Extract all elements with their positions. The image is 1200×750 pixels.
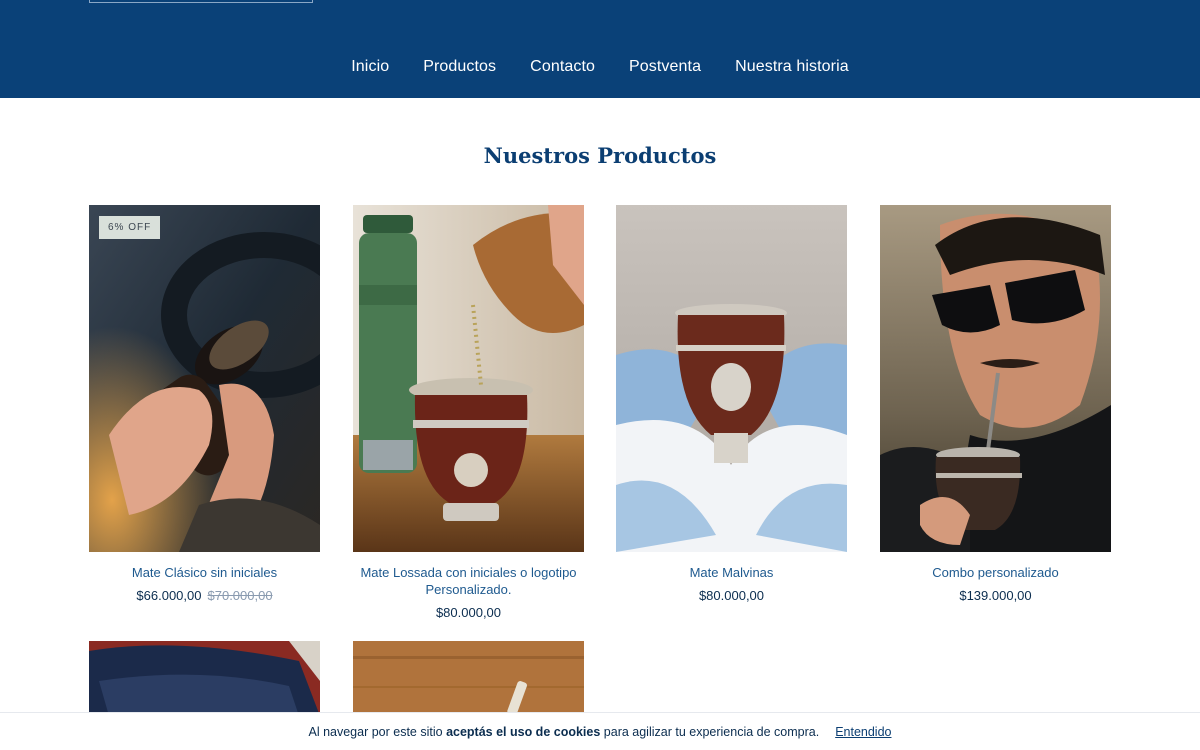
product-name[interactable]: Combo personalizado [880, 564, 1111, 581]
product-price-row: $66.000,00 $70.000,00 [89, 588, 320, 603]
product-price-row: $80.000,00 [616, 588, 847, 603]
product-card[interactable]: 6% OFF Mate Clásico sin iniciales $66.00… [89, 205, 320, 603]
product-price-row: $139.000,00 [880, 588, 1111, 603]
product-image[interactable] [880, 205, 1111, 552]
product-image[interactable] [353, 641, 584, 716]
product-image[interactable] [353, 205, 584, 552]
product-card[interactable]: Mate Lossada con iniciales o logotipo Pe… [353, 205, 584, 620]
accept-cookies-button[interactable]: Entendido [835, 725, 891, 739]
product-price-row: $80.000,00 [353, 605, 584, 620]
nav-item-inicio[interactable]: Inicio [351, 58, 389, 76]
product-image[interactable]: 6% OFF [89, 205, 320, 552]
product-price: $66.000,00 [136, 588, 202, 603]
mate-in-car-photo [89, 205, 320, 552]
cookie-banner: Al navegar por este sitio aceptás el uso… [0, 712, 1200, 750]
product-image[interactable] [89, 641, 320, 716]
product-card[interactable]: Combo personalizado $139.000,00 [880, 205, 1111, 603]
wooden-table-photo [353, 641, 584, 716]
product-price: $80.000,00 [435, 605, 502, 620]
nav-item-postventa[interactable]: Postventa [629, 58, 701, 76]
product-old-price: $70.000,00 [207, 588, 273, 603]
product-name[interactable]: Mate Lossada con iniciales o logotipo Pe… [353, 564, 584, 598]
cookie-text-prefix: Al navegar por este sitio [308, 724, 447, 739]
main-nav: Inicio Productos Contacto Postventa Nues… [0, 0, 1200, 98]
product-price: $80.000,00 [698, 588, 765, 603]
nav-item-contacto[interactable]: Contacto [530, 58, 595, 76]
cookie-text-suffix: para agilizar tu experiencia de compra. [600, 724, 820, 739]
section-title: Nuestros Productos [483, 143, 717, 168]
gift-box-photo [89, 641, 320, 716]
mate-malvinas-photo [616, 205, 847, 552]
nav-item-productos[interactable]: Productos [423, 58, 496, 76]
mate-with-thermos-photo [353, 205, 584, 552]
product-name[interactable]: Mate Clásico sin iniciales [89, 564, 320, 581]
discount-badge: 6% OFF [99, 216, 161, 239]
product-card[interactable]: Mate Malvinas $80.000,00 [616, 205, 847, 603]
product-price: $139.000,00 [959, 588, 1032, 603]
man-drinking-mate-photo [880, 205, 1111, 552]
header: Inicio Productos Contacto Postventa Nues… [0, 0, 1200, 98]
nav-item-nuestra-historia[interactable]: Nuestra historia [735, 58, 849, 76]
product-image[interactable] [616, 205, 847, 552]
product-name[interactable]: Mate Malvinas [616, 564, 847, 581]
cookie-text-bold: aceptás el uso de cookies [446, 724, 601, 739]
